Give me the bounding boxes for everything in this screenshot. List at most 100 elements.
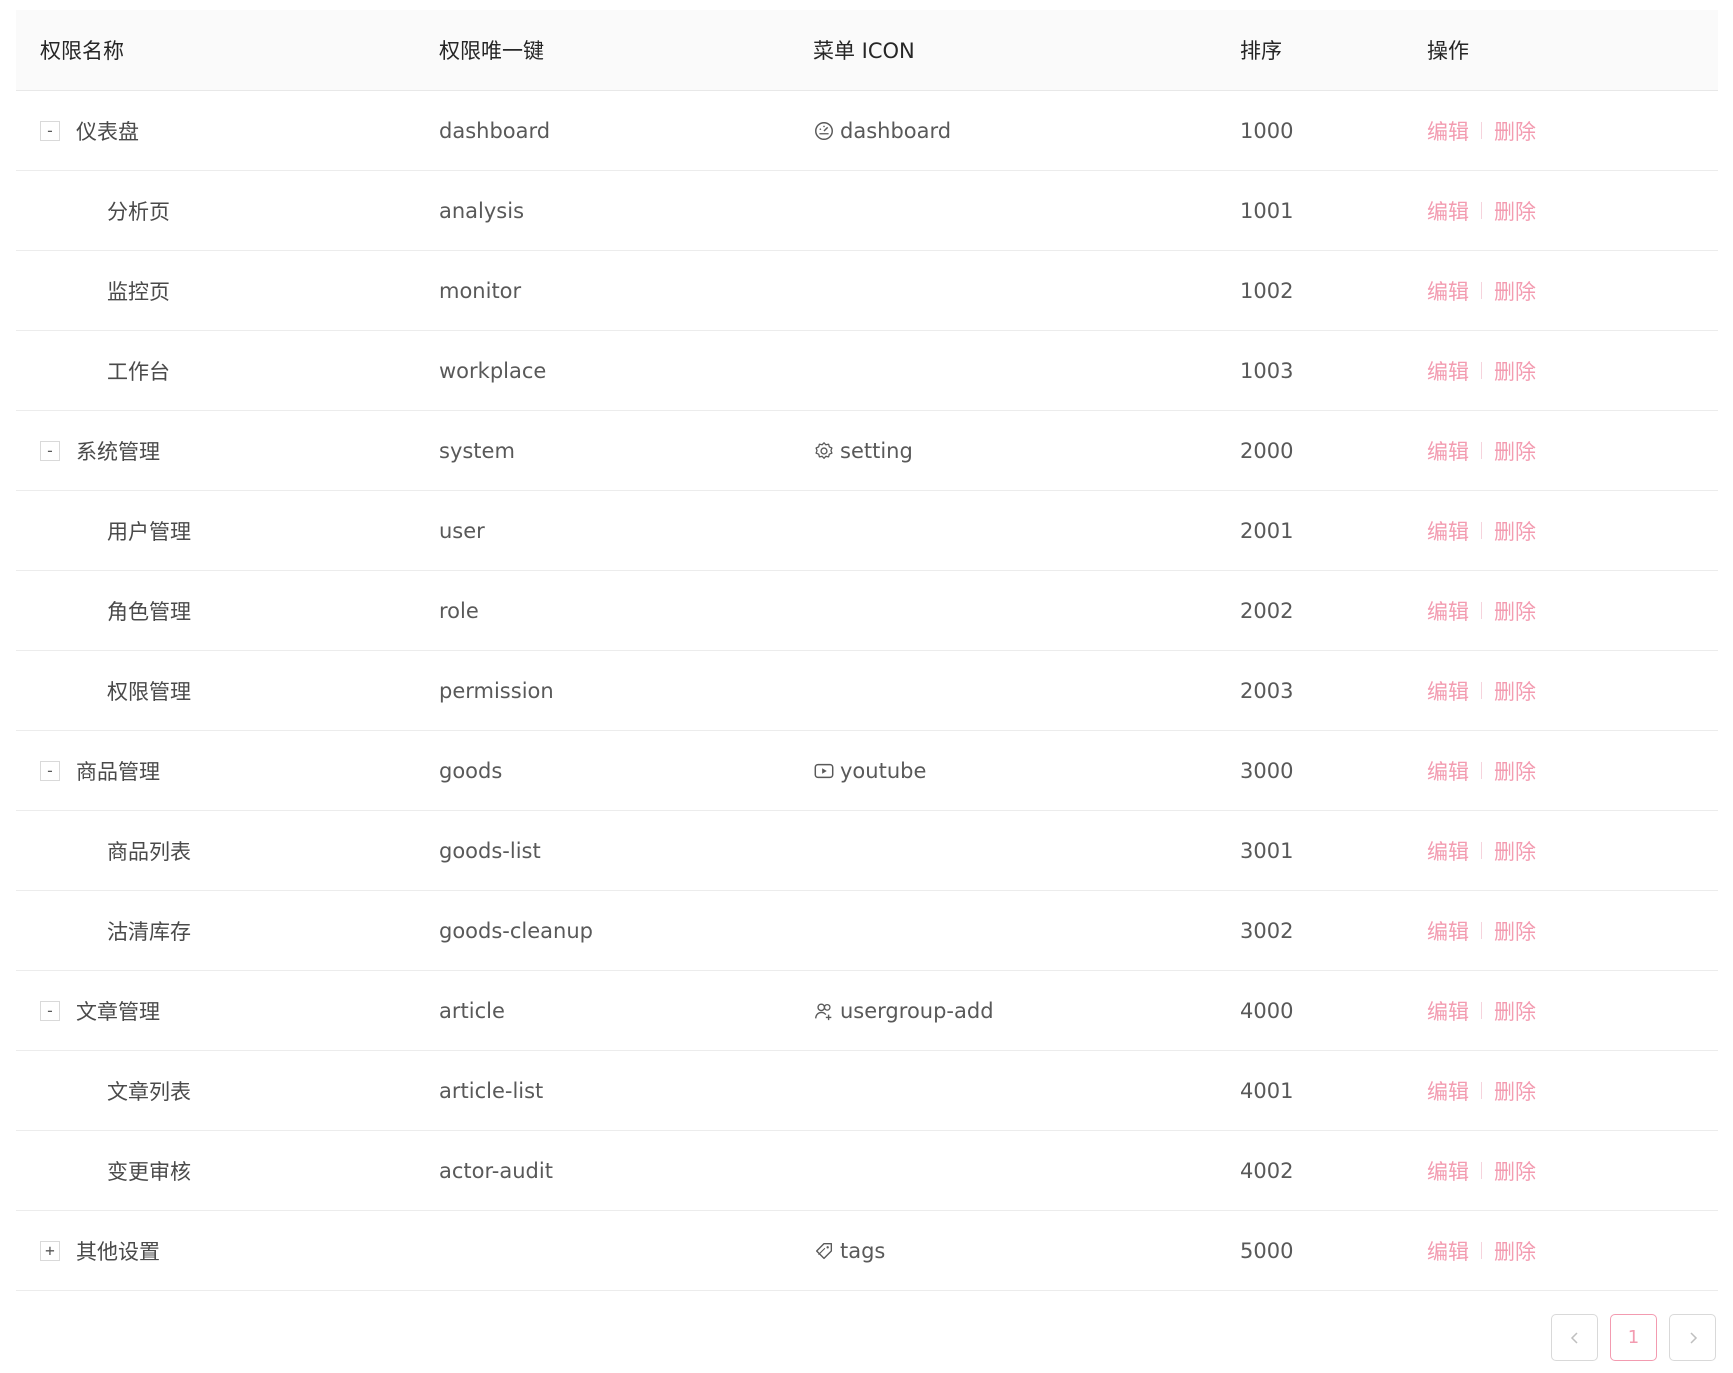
edit-link[interactable]: 编辑 [1427,756,1469,786]
column-header-ops: 操作 [1427,39,1469,63]
permission-name: 商品列表 [107,839,191,864]
permission-name: 文章管理 [76,999,160,1024]
edit-link[interactable]: 编辑 [1427,276,1469,306]
chevron-right-icon [1689,1331,1697,1344]
permission-name: 工作台 [107,359,170,384]
table-row: 商品列表 goods-list 3001 编辑 删除 [16,811,1718,891]
edit-link[interactable]: 编辑 [1427,1076,1469,1106]
table-row: - 文章管理 article usergroup-add 4000 编辑 删除 [16,971,1718,1051]
table-row: 沽清库存 goods-cleanup 3002 编辑 删除 [16,891,1718,971]
permission-name-cell: - 文章管理 [40,971,160,1050]
sort-value: 3001 [1240,838,1294,863]
sort-value: 2003 [1240,678,1294,703]
edit-link[interactable]: 编辑 [1427,1156,1469,1186]
operations-cell: 编辑 删除 [1427,731,1536,810]
operations-cell: 编辑 删除 [1427,1211,1536,1290]
edit-link[interactable]: 编辑 [1427,1236,1469,1266]
permission-name-cell: 分析页 [107,171,170,250]
page-number-button[interactable]: 1 [1610,1314,1657,1361]
operations-cell: 编辑 删除 [1427,571,1536,650]
table-row: 角色管理 role 2002 编辑 删除 [16,571,1718,651]
delete-link[interactable]: 删除 [1494,596,1536,626]
permission-table: 权限名称 权限唯一键 菜单 ICON 排序 操作 - 仪表盘 dashboard da… [16,10,1718,1291]
delete-link[interactable]: 删除 [1494,276,1536,306]
permission-name-cell: 工作台 [107,331,170,410]
delete-link[interactable]: 删除 [1494,356,1536,386]
sort-value: 2001 [1240,518,1294,543]
edit-link[interactable]: 编辑 [1427,836,1469,866]
sort-value: 1003 [1240,358,1294,383]
permission-name: 文章列表 [107,1079,191,1104]
edit-link[interactable]: 编辑 [1427,516,1469,546]
usergroup-add-icon [813,1000,840,1022]
table-row: 用户管理 user 2001 编辑 删除 [16,491,1718,571]
edit-link[interactable]: 编辑 [1427,116,1469,146]
table-row: + 其他设置 tags 5000 编辑 删除 [16,1211,1718,1291]
operations-cell: 编辑 删除 [1427,411,1536,490]
divider [1481,842,1482,859]
delete-link[interactable]: 删除 [1494,1156,1536,1186]
edit-link[interactable]: 编辑 [1427,996,1469,1026]
permission-name: 用户管理 [107,519,191,544]
permission-name: 角色管理 [107,599,191,624]
permission-name-cell: - 系统管理 [40,411,160,490]
permission-name-cell: 商品列表 [107,811,191,890]
dashboard-icon [813,120,840,142]
delete-link[interactable]: 删除 [1494,1076,1536,1106]
delete-link[interactable]: 删除 [1494,676,1536,706]
delete-link[interactable]: 删除 [1494,1236,1536,1266]
column-header-sort: 排序 [1240,39,1282,63]
permission-name: 仪表盘 [76,119,139,144]
edit-link[interactable]: 编辑 [1427,196,1469,226]
edit-link[interactable]: 编辑 [1427,676,1469,706]
edit-link[interactable]: 编辑 [1427,436,1469,466]
divider [1481,762,1482,779]
expand-toggle[interactable]: + [40,1240,60,1261]
sort-value: 2002 [1240,598,1294,623]
menu-icon-label: dashboard [840,118,952,143]
permission-name-cell: 监控页 [107,251,170,330]
permission-name: 变更审核 [107,1159,191,1184]
edit-link[interactable]: 编辑 [1427,596,1469,626]
menu-icon-cell: setting [813,411,913,490]
column-header-key: 权限唯一键 [439,39,544,63]
delete-link[interactable]: 删除 [1494,436,1536,466]
collapse-toggle[interactable]: - [40,440,60,461]
operations-cell: 编辑 删除 [1427,1051,1536,1130]
youtube-icon [813,760,840,782]
delete-link[interactable]: 删除 [1494,196,1536,226]
delete-link[interactable]: 删除 [1494,916,1536,946]
delete-link[interactable]: 删除 [1494,516,1536,546]
sort-value: 3002 [1240,918,1294,943]
prev-page-button[interactable] [1551,1314,1598,1361]
permission-name: 系统管理 [76,439,160,464]
divider [1481,282,1482,299]
permission-name-cell: - 仪表盘 [40,91,139,170]
permission-name-cell: 用户管理 [107,491,191,570]
next-page-button[interactable] [1669,1314,1716,1361]
divider [1481,122,1482,139]
delete-link[interactable]: 删除 [1494,996,1536,1026]
menu-icon-label: setting [840,438,913,463]
edit-link[interactable]: 编辑 [1427,916,1469,946]
divider [1481,202,1482,219]
delete-link[interactable]: 删除 [1494,116,1536,146]
operations-cell: 编辑 删除 [1427,251,1536,330]
delete-link[interactable]: 删除 [1494,756,1536,786]
collapse-toggle[interactable]: - [40,120,60,141]
permission-name: 其他设置 [76,1239,160,1264]
divider [1481,602,1482,619]
edit-link[interactable]: 编辑 [1427,356,1469,386]
table-body: - 仪表盘 dashboard dashboard 1000 编辑 删除 分析页 analysi… [16,91,1718,1291]
sort-value: 5000 [1240,1238,1294,1263]
collapse-toggle[interactable]: - [40,760,60,781]
divider [1481,442,1482,459]
table-row: 文章列表 article-list 4001 编辑 删除 [16,1051,1718,1131]
sort-value: 4000 [1240,998,1294,1023]
menu-icon-cell: tags [813,1211,885,1290]
divider [1481,1002,1482,1019]
delete-link[interactable]: 删除 [1494,836,1536,866]
permission-key: system [439,438,515,463]
table-header: 权限名称 权限唯一键 菜单 ICON 排序 操作 [16,10,1718,91]
collapse-toggle[interactable]: - [40,1000,60,1021]
